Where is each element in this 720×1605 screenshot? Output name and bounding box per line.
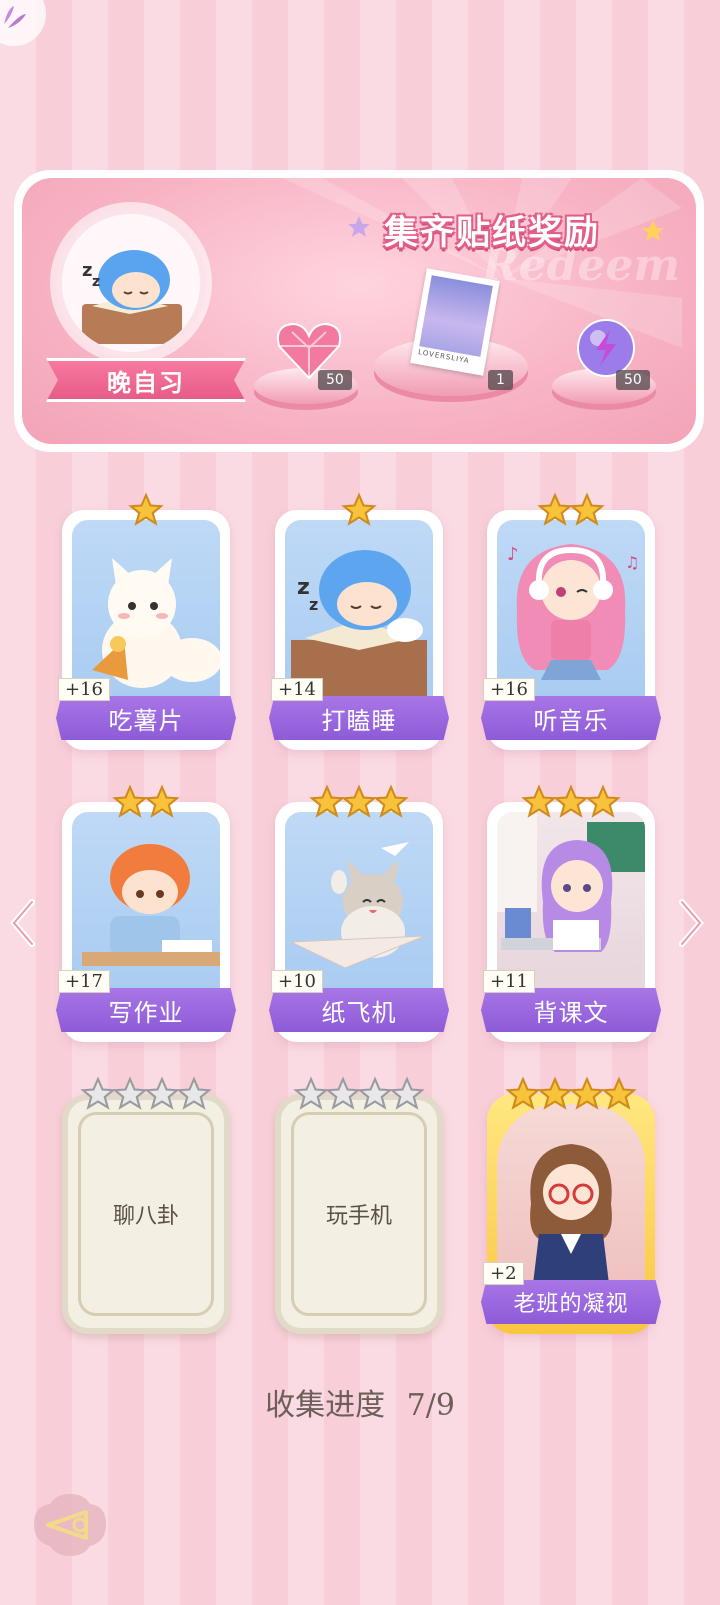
character-name-ribbon: 晚自习 bbox=[46, 358, 246, 402]
banner-title-plate: 集齐贴纸奖励 bbox=[362, 200, 622, 258]
banner-title: 集齐贴纸奖励 bbox=[384, 212, 600, 253]
star-icon bbox=[144, 784, 180, 818]
svg-text:z: z bbox=[309, 595, 318, 614]
star-icon bbox=[389, 1076, 425, 1110]
sticker-card[interactable]: 吃薯片 +16 bbox=[56, 492, 236, 750]
bonus-value: +17 bbox=[58, 970, 110, 993]
sticker-illustration-homework-boy bbox=[72, 812, 220, 992]
svg-text:♫: ♫ bbox=[625, 553, 639, 572]
sticker-card[interactable]: 背课文 +11 bbox=[481, 784, 661, 1042]
svg-text:z: z bbox=[92, 274, 100, 290]
star-icon bbox=[309, 784, 345, 818]
sticker-card-locked[interactable]: 玩手机 bbox=[275, 1076, 443, 1334]
progress-value: 7/9 bbox=[406, 1388, 455, 1423]
sticker-card[interactable]: 写作业 +17 bbox=[56, 784, 236, 1042]
reward-count: 1 bbox=[488, 370, 513, 390]
next-arrow-icon[interactable] bbox=[676, 898, 706, 948]
bonus-value: +14 bbox=[271, 678, 323, 701]
sticker-illustration-paper-plane-cat bbox=[285, 812, 433, 992]
star-icon bbox=[505, 1076, 541, 1110]
sleeping-boy-illustration: z z bbox=[62, 214, 200, 352]
sticker-illustration-teacher-gaze bbox=[497, 1104, 645, 1284]
prev-arrow-icon[interactable] bbox=[8, 898, 38, 948]
star-icon bbox=[521, 784, 557, 818]
collection-progress: 收集进度 7/9 bbox=[0, 1380, 720, 1424]
star-icon bbox=[537, 492, 573, 526]
sticker-card-locked[interactable]: 聊八卦 bbox=[62, 1076, 230, 1334]
sticker-label: 聊八卦 bbox=[78, 1112, 214, 1316]
star-icon bbox=[112, 1076, 148, 1110]
star-icon bbox=[341, 784, 377, 818]
sticker-label: 背课文 bbox=[481, 988, 661, 1032]
sticker-card[interactable]: 纸飞机 +10 bbox=[269, 784, 449, 1042]
back-button[interactable] bbox=[30, 1490, 110, 1560]
star-icon bbox=[293, 1076, 329, 1110]
star-icon bbox=[144, 1076, 180, 1110]
reward-count: 50 bbox=[318, 370, 352, 390]
character-portrait[interactable]: z z bbox=[56, 208, 206, 358]
star-rating bbox=[275, 492, 443, 528]
sticker-illustration-cat-chips bbox=[72, 520, 220, 700]
star-rating bbox=[275, 1076, 443, 1112]
star-icon bbox=[325, 1076, 361, 1110]
sticker-card[interactable]: z z 打瞌睡 +14 bbox=[269, 492, 449, 750]
star-icon bbox=[341, 492, 377, 526]
bonus-value: +11 bbox=[483, 970, 535, 993]
svg-text:z: z bbox=[297, 575, 310, 600]
star-rating bbox=[62, 492, 230, 528]
sticker-illustration-reciting-girl bbox=[497, 812, 645, 992]
svg-text:♪: ♪ bbox=[507, 544, 519, 565]
reward-banner: Redeem 集齐贴纸奖励 z z 晚自习 50 LOVERSLIYA 1 50 bbox=[14, 170, 704, 452]
bonus-value: +16 bbox=[483, 678, 535, 701]
sticker-label: 写作业 bbox=[56, 988, 236, 1032]
star-icon bbox=[585, 784, 621, 818]
sticker-label: 纸飞机 bbox=[269, 988, 449, 1032]
bonus-value: +2 bbox=[483, 1262, 524, 1285]
back-arrow-icon bbox=[34, 1494, 106, 1556]
progress-label: 收集进度 bbox=[265, 1388, 386, 1423]
star-rating bbox=[487, 784, 655, 820]
star-rating bbox=[275, 784, 443, 820]
star-rating bbox=[487, 492, 655, 528]
star-icon bbox=[569, 1076, 605, 1110]
sticker-card[interactable]: ♪ ♫ 听音乐 +16 bbox=[481, 492, 661, 750]
sticker-label: 吃薯片 bbox=[56, 696, 236, 740]
star-icon bbox=[357, 1076, 393, 1110]
character-name: 晚自习 bbox=[107, 368, 185, 397]
bonus-value: +10 bbox=[271, 970, 323, 993]
star-rating bbox=[62, 1076, 230, 1112]
star-icon bbox=[373, 784, 409, 818]
sticker-label: 打瞌睡 bbox=[269, 696, 449, 740]
reward-count: 50 bbox=[616, 370, 650, 390]
star-rating bbox=[487, 1076, 655, 1112]
sticker-illustration-music-girl: ♪ ♫ bbox=[497, 520, 645, 700]
star-icon bbox=[112, 784, 148, 818]
sticker-card-gold[interactable]: 老班的凝视 +2 bbox=[481, 1076, 661, 1334]
star-icon bbox=[176, 1076, 212, 1110]
sticker-illustration-sleeping-boy: z z bbox=[285, 520, 433, 700]
bonus-value: +16 bbox=[58, 678, 110, 701]
star-icon bbox=[128, 492, 164, 526]
star-icon bbox=[569, 492, 605, 526]
star-icon bbox=[80, 1076, 116, 1110]
petal-icon bbox=[4, 6, 26, 28]
sticker-label: 听音乐 bbox=[481, 696, 661, 740]
svg-text:z: z bbox=[82, 260, 92, 281]
sticker-label: 玩手机 bbox=[291, 1112, 427, 1316]
menu-corner-button[interactable] bbox=[0, 0, 46, 46]
star-icon bbox=[553, 784, 589, 818]
sticker-label: 老班的凝视 bbox=[481, 1280, 661, 1324]
star-rating bbox=[62, 784, 230, 820]
star-icon bbox=[601, 1076, 637, 1110]
star-icon bbox=[642, 220, 664, 241]
star-icon bbox=[537, 1076, 573, 1110]
